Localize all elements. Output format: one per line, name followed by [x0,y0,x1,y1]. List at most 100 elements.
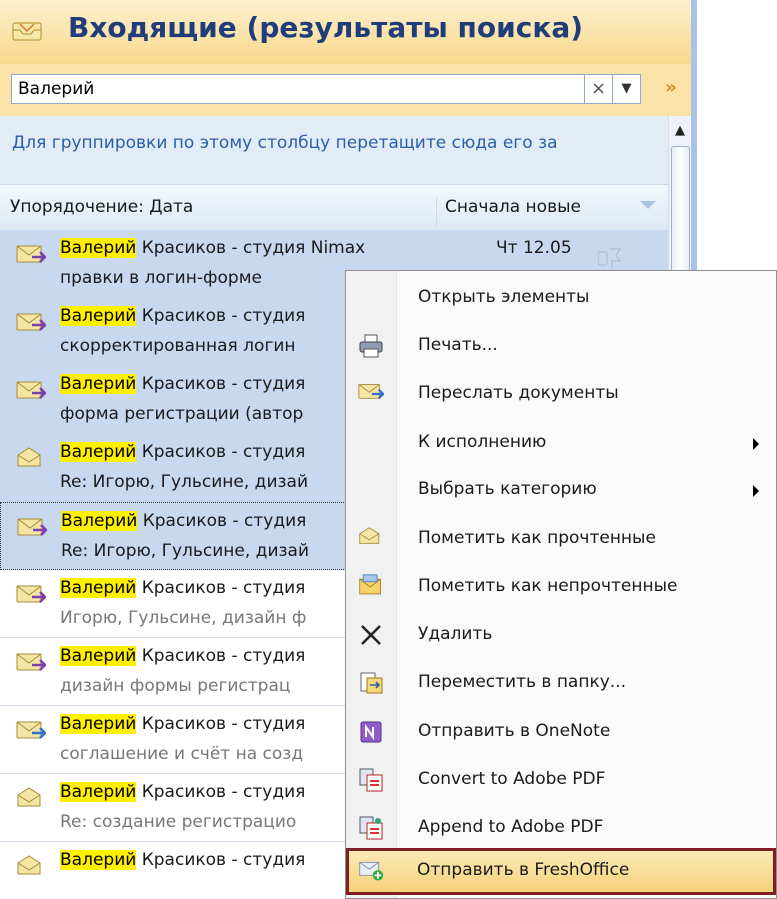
column-header: Упорядочение: Дата Сначала новые [0,184,668,232]
search-hit-highlight: Валерий [60,850,137,870]
chevron-down-icon[interactable] [640,201,656,209]
sender-rest: Красиков - студия [136,306,306,326]
search-hit-highlight: Валерий [60,782,137,802]
menu-item-open-items[interactable]: Открыть элементы [348,275,776,322]
menu-item-label: Печать... [418,335,498,355]
search-hit-highlight: Валерий [60,714,137,734]
menu-item-convert-to-pdf[interactable]: Convert to Adobe PDF [348,757,776,804]
pdf-append-icon [358,815,384,841]
search-dropdown-button[interactable]: ▼ [613,74,641,104]
expand-query-builder-button[interactable]: » [660,76,682,102]
clear-search-button[interactable]: × [585,74,613,104]
reply-envelope-icon [16,378,49,400]
move-folder-icon [358,670,384,696]
sender-rest: Красиков - студия [136,442,306,462]
search-input[interactable] [11,74,585,104]
message-sender: Валерий Красиков - студия Nimax [60,238,365,258]
onenote-icon [358,719,384,745]
group-by-hint: Для группировки по этому столбцу перетащ… [12,133,558,153]
reply-envelope-icon [16,310,49,332]
menu-item-append-to-pdf[interactable]: Append to Adobe PDF [348,805,776,852]
menu-item-send-to-onenote[interactable]: Отправить в OneNote [348,709,776,756]
forward-envelope-icon [358,381,386,407]
message-subject: форма регистрации (автор [60,404,304,424]
search-hit-highlight: Валерий [60,646,137,666]
message-sender: Валерий Красиков - студия [61,511,306,531]
reply-envelope-icon [16,582,49,604]
submenu-arrow-icon [753,438,759,450]
printer-icon [358,333,384,359]
context-menu: Открыть элементы Печать... Переслать докум… [345,270,777,899]
pdf-convert-icon [358,767,384,793]
sender-rest: Красиков - студия [136,714,306,734]
menu-item-send-to-freshoffice[interactable]: Отправить в FreshOffice [346,848,776,895]
menu-item-label: Convert to Adobe PDF [418,769,606,789]
sender-rest: Красиков - студия [136,782,306,802]
search-hit-highlight: Валерий [61,511,138,531]
sort-order-header[interactable]: Сначала новые [436,197,581,227]
menu-item-follow-up[interactable]: К исполнению [348,420,776,467]
message-sender: Валерий Красиков - студия [60,442,305,462]
search-hit-highlight: Валерий [60,374,137,394]
delete-x-icon [358,622,384,648]
message-sender: Валерий Красиков - студия [60,646,305,666]
menu-item-label: Открыть элементы [418,287,590,307]
menu-item-label: Отправить в FreshOffice [417,860,630,880]
message-subject: дизайн формы регистрац [60,676,291,696]
envelope-open-icon [358,526,384,552]
sender-rest: Красиков - студия [137,511,307,531]
message-subject: соглашение и счёт на созд [60,744,304,764]
search-hit-highlight: Валерий [60,442,137,462]
menu-item-label: Append to Adobe PDF [418,817,604,837]
flag-icon[interactable] [597,247,622,269]
menu-item-label: Пометить как непрочтенные [418,576,678,596]
search-bar: × ▼ » [0,64,691,116]
group-by-area: Для группировки по этому столбцу перетащ… [0,116,668,184]
menu-item-label: Удалить [418,624,493,644]
envelope-open-icon [16,446,46,468]
envelope-open-icon [16,786,46,808]
sort-by-date-header[interactable]: Упорядочение: Дата [10,197,193,217]
menu-item-label: К исполнению [418,432,547,452]
envelope-open-icon [16,854,46,876]
message-subject: Игорю, Гульсине, дизайн ф [60,608,307,628]
folder-title-bar: Входящие (результаты поиска) [0,0,691,65]
inbox-folder-icon [12,22,42,41]
menu-item-print[interactable]: Печать... [348,323,776,370]
search-hit-highlight: Валерий [60,306,137,326]
message-date: Чт 12.05 [496,238,572,258]
menu-item-label: Отправить в OneNote [418,721,611,741]
search-hit-highlight: Валерий [60,238,137,258]
message-sender: Валерий Красиков - студия [60,306,305,326]
sender-rest: Красиков - студия Nimax [136,238,366,258]
sender-rest: Красиков - студия [136,646,306,666]
search-hit-highlight: Валерий [60,578,137,598]
message-sender: Валерий Красиков - студия [60,850,305,870]
sender-rest: Красиков - студия [136,578,306,598]
menu-item-move-to-folder[interactable]: Переместить в папку... [348,660,776,707]
message-sender: Валерий Красиков - студия [60,714,305,734]
scroll-up-arrow-icon[interactable]: ▲ [671,122,689,140]
menu-item-mark-read[interactable]: Пометить как прочтенные [348,516,776,563]
freshoffice-icon [358,858,384,884]
message-subject: Re: Игорю, Гульсине, дизай [60,472,308,492]
message-sender: Валерий Красиков - студия [60,374,305,394]
page-title: Входящие (результаты поиска) [68,11,584,44]
reply-envelope-icon [16,242,49,264]
menu-item-delete[interactable]: Удалить [348,612,776,659]
menu-item-mark-unread[interactable]: Пометить как непрочтенные [348,564,776,611]
menu-item-label: Пометить как прочтенные [418,528,656,548]
sender-rest: Красиков - студия [136,374,306,394]
envelope-closed-icon [358,574,384,600]
menu-item-categorize[interactable]: Выбрать категорию [348,467,776,514]
message-subject: скорректированная логин [60,336,296,356]
message-subject: правки в логин-форме [60,268,262,288]
menu-item-label: Переслать документы [418,383,619,403]
submenu-arrow-icon [753,485,759,497]
menu-item-forward-documents[interactable]: Переслать документы [348,371,776,418]
menu-item-label: Выбрать категорию [418,479,597,499]
message-sender: Валерий Красиков - студия [60,578,305,598]
message-sender: Валерий Красиков - студия [60,782,305,802]
message-subject: Re: Игорю, Гульсине, дизай [61,541,309,561]
reply-envelope-icon [16,650,49,672]
